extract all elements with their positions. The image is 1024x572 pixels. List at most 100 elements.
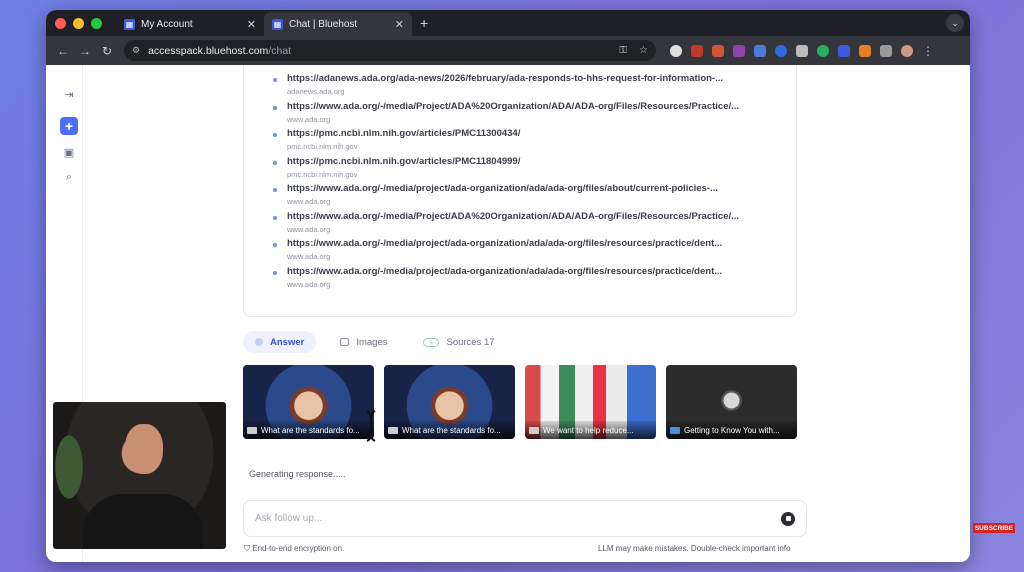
extension-icon[interactable] — [817, 44, 829, 57]
back-arrow-icon[interactable]: ← — [52, 44, 74, 58]
puzzle-icon[interactable] — [880, 44, 892, 57]
extension-icon[interactable] — [754, 44, 766, 57]
tab-answer[interactable]: Answer — [243, 331, 317, 353]
new-chat-button[interactable]: + — [60, 117, 78, 135]
extension-icon[interactable] — [733, 44, 745, 57]
answer-icon — [255, 338, 263, 346]
image-icon — [340, 338, 350, 346]
expand-sidebar-icon[interactable]: ⇥ — [60, 85, 78, 103]
bookmark-star-icon[interactable]: ☆ — [639, 45, 648, 56]
minimize-window-button[interactable] — [73, 17, 84, 29]
chevron-down-icon[interactable]: ⌄ — [946, 14, 964, 32]
image-caption: We want to help reduce... — [543, 425, 634, 435]
list-item[interactable]: https://www.ada.org/-/media/project/ada-… — [273, 183, 777, 206]
source-link[interactable]: https://www.ada.org/-/media/Project/ADA%… — [287, 211, 777, 222]
subscribe-badge[interactable]: SUBSCRIBE — [973, 523, 1015, 533]
tab-label: Images — [356, 336, 388, 348]
close-icon[interactable]: ✕ — [247, 18, 256, 31]
profile-avatar[interactable] — [901, 44, 913, 57]
result-tabs: Answer Images ▪▪ Sources 17 — [243, 331, 507, 353]
browser-tab-my-account[interactable]: ▦ My Account ✕ — [116, 12, 264, 36]
ada-logo-icon — [247, 426, 257, 434]
extension-icon[interactable] — [712, 44, 724, 57]
list-item[interactable]: https://www.ada.org/-/media/Project/ADA%… — [273, 101, 777, 124]
source-domain: www.ada.org — [287, 280, 331, 289]
image-results: What are the standards fo... What are th… — [243, 365, 797, 439]
sources-list: https://adanews.ada.org/ada-news/2026/fe… — [243, 65, 797, 317]
followup-input-box[interactable] — [243, 500, 807, 537]
disclaimer-text: LLM may make mistakes. Double-check impo… — [598, 544, 791, 553]
list-item[interactable]: https://www.ada.org/-/media/project/ada-… — [273, 266, 777, 289]
tab-bar: ▦ My Account ✕ ▦ Chat | Bluehost ✕ + ⌄ — [46, 10, 970, 36]
list-item[interactable]: https://adanews.ada.org/ada-news/2026/fe… — [273, 73, 777, 96]
extension-icon[interactable] — [838, 44, 850, 57]
ada-logo-icon — [529, 426, 539, 434]
apps-grid-icon[interactable]: ▣ — [60, 143, 78, 161]
text-cursor-icon — [366, 410, 376, 442]
maximize-window-button[interactable] — [91, 17, 102, 29]
encryption-note: ⛉ End-to-end encryption on. — [244, 544, 344, 554]
chat-content: https://adanews.ada.org/ada-news/2026/fe… — [232, 65, 807, 562]
grid-icon: ▦ — [124, 18, 135, 30]
source-link[interactable]: https://pmc.ncbi.nlm.nih.gov/articles/PM… — [287, 156, 777, 167]
window-controls — [55, 17, 102, 29]
source-link[interactable]: https://www.ada.org/-/media/project/ada-… — [287, 238, 777, 249]
shield-check-icon: ⛉ — [244, 544, 250, 553]
search-icon[interactable]: ⌕ — [60, 168, 78, 186]
source-link[interactable]: https://adanews.ada.org/ada-news/2026/fe… — [287, 73, 777, 84]
source-domain: www.ada.org — [287, 115, 331, 124]
image-result-card[interactable]: What are the standards fo... — [243, 365, 374, 439]
tab-title: My Account — [141, 18, 193, 30]
list-item[interactable]: https://pmc.ncbi.nlm.nih.gov/articles/PM… — [273, 128, 777, 151]
site-logo-icon — [670, 426, 680, 434]
source-link[interactable]: https://www.ada.org/-/media/project/ada-… — [287, 183, 777, 194]
source-link[interactable]: https://www.ada.org/-/media/project/ada-… — [287, 266, 777, 277]
image-result-card[interactable]: Getting to Know You with... — [666, 365, 797, 439]
tab-title: Chat | Bluehost — [289, 18, 358, 30]
tab-label: Answer — [270, 336, 305, 348]
extension-icon[interactable] — [859, 44, 871, 57]
pen-extension-icon[interactable] — [796, 44, 808, 57]
tab-sources[interactable]: ▪▪ Sources 17 — [411, 331, 506, 353]
image-caption: What are the standards fo... — [402, 425, 501, 435]
close-window-button[interactable] — [55, 17, 66, 29]
close-icon[interactable]: ✕ — [395, 18, 404, 31]
new-tab-button[interactable]: + — [420, 15, 428, 31]
source-domain: www.ada.org — [287, 197, 331, 206]
source-domain: www.ada.org — [287, 225, 331, 234]
source-link[interactable]: https://www.ada.org/-/media/Project/ADA%… — [287, 101, 777, 112]
address-bar[interactable]: ⚙ accesspack.bluehost.com/chat ⚿ ☆ — [124, 40, 656, 61]
bluehost-icon: ▦ — [272, 18, 283, 30]
source-link[interactable]: https://pmc.ncbi.nlm.nih.gov/articles/PM… — [287, 128, 777, 139]
list-item[interactable]: https://pmc.ncbi.nlm.nih.gov/articles/PM… — [273, 156, 777, 179]
source-domain: adanews.ada.org — [287, 87, 345, 96]
image-result-card[interactable]: We want to help reduce... — [525, 365, 656, 439]
stop-generation-button[interactable] — [781, 511, 795, 526]
source-domain: www.ada.org — [287, 252, 331, 261]
extensions-bar: ⋮ — [670, 44, 934, 58]
extension-icon[interactable] — [775, 44, 787, 57]
stop-icon — [785, 516, 791, 521]
url-path: /chat — [268, 44, 292, 57]
site-settings-icon[interactable]: ⚙ — [132, 45, 140, 56]
browser-toolbar: ← → ↻ ⚙ accesspack.bluehost.com/chat ⚿ ☆… — [46, 36, 970, 65]
extension-icon[interactable] — [691, 44, 703, 57]
status-text: Generating response..... — [249, 469, 346, 479]
list-item[interactable]: https://www.ada.org/-/media/Project/ADA%… — [273, 211, 777, 234]
reload-icon[interactable]: ↻ — [96, 44, 118, 58]
source-domain: pmc.ncbi.nlm.nih.gov — [287, 170, 358, 179]
followup-input[interactable] — [255, 513, 781, 524]
password-key-icon[interactable]: ⚿ — [619, 45, 627, 56]
ada-logo-icon — [388, 426, 398, 434]
image-caption: What are the standards fo... — [261, 425, 360, 435]
tab-images[interactable]: Images — [328, 331, 399, 353]
image-result-card[interactable]: What are the standards fo... — [384, 365, 515, 439]
encryption-text: End-to-end encryption on. — [252, 544, 345, 553]
forward-arrow-icon[interactable]: → — [74, 44, 96, 58]
list-item[interactable]: https://www.ada.org/-/media/project/ada-… — [273, 238, 777, 261]
source-domain: pmc.ncbi.nlm.nih.gov — [287, 142, 358, 151]
webcam-overlay — [53, 402, 226, 549]
browser-tab-chat[interactable]: ▦ Chat | Bluehost ✕ — [264, 12, 412, 36]
more-vert-icon[interactable]: ⋮ — [922, 44, 934, 58]
location-extension-icon[interactable] — [670, 44, 682, 57]
